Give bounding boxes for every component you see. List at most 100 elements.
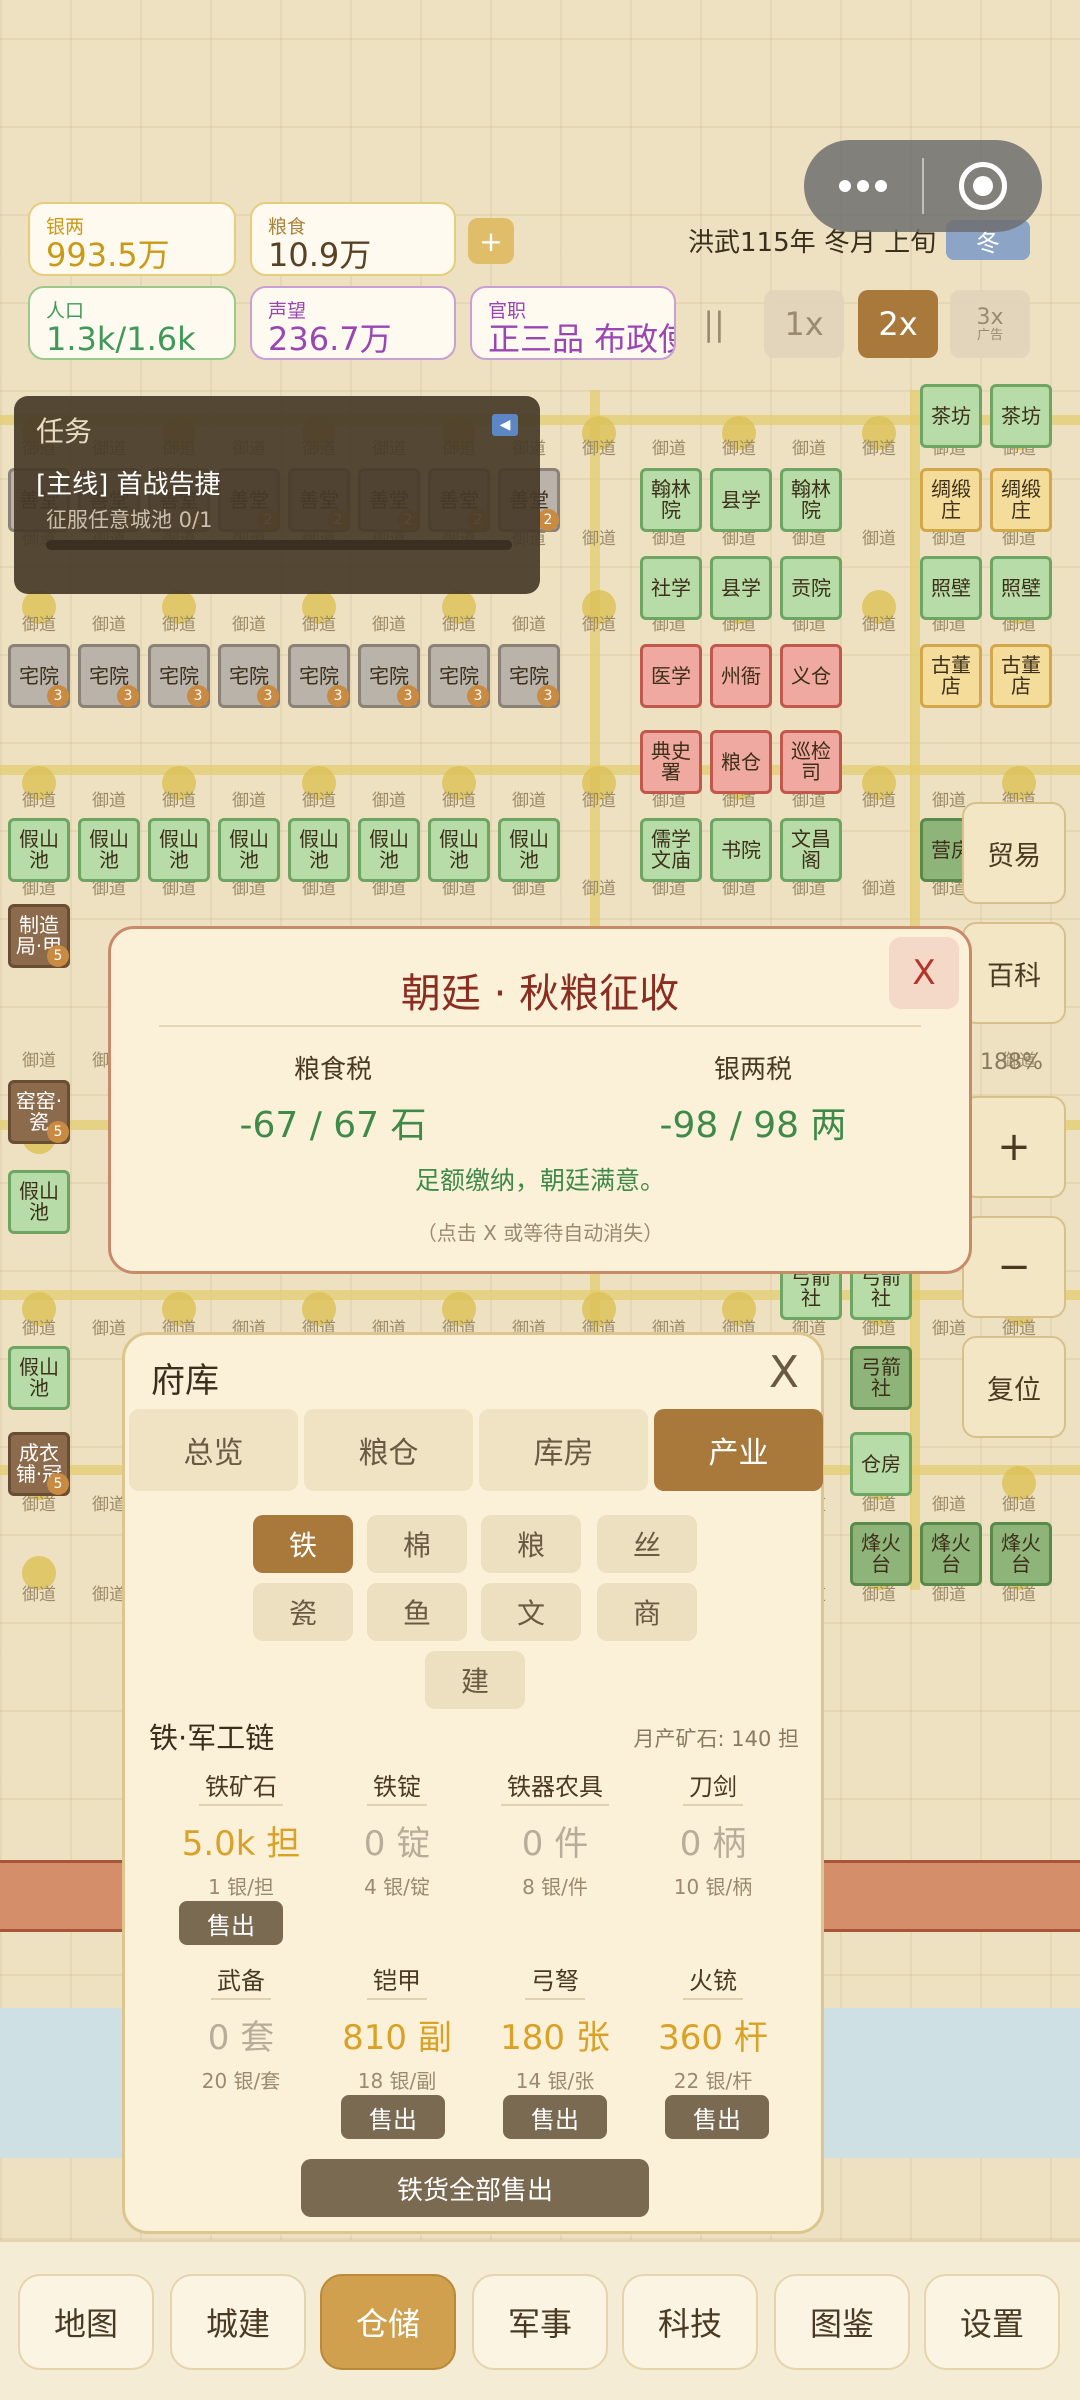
building-b5-0[interactable]: 儒学文庙: [640, 818, 702, 882]
building-zaoju[interactable]: 制造局·甲 5: [8, 904, 70, 968]
miniprogram-capsule[interactable]: [804, 140, 1042, 232]
building-chafang[interactable]: 茶坊: [990, 384, 1052, 448]
sell-armor-button[interactable]: 售出: [341, 2095, 445, 2139]
sell-musket-button[interactable]: 售出: [665, 2095, 769, 2139]
building-zhaiyuan[interactable]: 宅院 3: [78, 644, 140, 708]
warehouse-panel[interactable]: 府库 X 总览 粮仓 库房 产业 铁 棉 粮 丝 瓷 鱼 文 商 建 铁·军工链…: [122, 1332, 824, 2234]
building-zhaiyuan[interactable]: 宅院 3: [218, 644, 280, 708]
building-b1-1[interactable]: 县学: [710, 468, 772, 532]
building-b3-3[interactable]: 古董店: [920, 644, 982, 708]
chip-commerce[interactable]: 商: [597, 1583, 697, 1641]
chip-iron[interactable]: 铁: [253, 1515, 353, 1573]
building-jiashanchi[interactable]: 假山池: [8, 1346, 70, 1410]
item-price: 4 银/锭: [364, 1875, 430, 1899]
nav-construction[interactable]: 城建: [170, 2274, 306, 2370]
building-b2-3[interactable]: 照壁: [920, 556, 982, 620]
building-jiashanchi[interactable]: 假山池: [148, 818, 210, 882]
tax-popup[interactable]: 朝廷 · 秋粮征收 X 粮食税 -67 / 67 石 银两税 -98 / 98 …: [108, 926, 972, 1274]
reset-view-button[interactable]: 复位: [962, 1336, 1066, 1438]
chip-silk[interactable]: 丝: [597, 1515, 697, 1573]
building-gongjian[interactable]: 弓箭社: [850, 1346, 912, 1410]
building-b3-2[interactable]: 义仓: [780, 644, 842, 708]
building-b4-1[interactable]: 粮仓: [710, 730, 772, 794]
building-b2-0[interactable]: 社学: [640, 556, 702, 620]
speed-3x-label: 3x: [976, 304, 1004, 330]
building-zhaiyuan[interactable]: 宅院 3: [498, 644, 560, 708]
zoom-in-button[interactable]: +: [962, 1096, 1066, 1198]
chip-porcelain[interactable]: 瓷: [253, 1583, 353, 1641]
nav-codex[interactable]: 图鉴: [774, 2274, 910, 2370]
chip-grain[interactable]: 粮: [481, 1515, 581, 1573]
building-b1-3[interactable]: 绸缎庄: [920, 468, 982, 532]
nav-storage[interactable]: 仓储: [320, 2274, 456, 2370]
more-icon[interactable]: [804, 180, 922, 192]
sell-crossbow-button[interactable]: 售出: [503, 2095, 607, 2139]
building-b3-4[interactable]: 古董店: [990, 644, 1052, 708]
building-b2-1[interactable]: 县学: [710, 556, 772, 620]
nav-map[interactable]: 地图: [18, 2274, 154, 2370]
building-jiashanchi[interactable]: 假山池: [288, 818, 350, 882]
building-b2-4[interactable]: 照壁: [990, 556, 1052, 620]
building-jiashanchi[interactable]: 假山池: [498, 818, 560, 882]
building-b1-4[interactable]: 绸缎庄: [990, 468, 1052, 532]
building-chengyi[interactable]: 成衣铺·冠 5: [8, 1432, 70, 1496]
sell-all-iron-button[interactable]: 铁货全部售出: [301, 2159, 649, 2217]
nav-military[interactable]: 军事: [472, 2274, 608, 2370]
item-qty: 0 套: [207, 2018, 275, 2058]
warehouse-close-button[interactable]: X: [769, 1347, 799, 1398]
collapse-icon[interactable]: ◀: [492, 414, 518, 436]
building-fenghuo[interactable]: 烽火台: [850, 1522, 912, 1586]
speed-3x-button[interactable]: 3x 广告: [950, 290, 1030, 358]
building-b5-2[interactable]: 文昌阁: [780, 818, 842, 882]
close-miniprogram-icon[interactable]: [924, 162, 1042, 210]
tab-granary[interactable]: 粮仓: [304, 1409, 473, 1491]
building-fenghuo[interactable]: 烽火台: [920, 1522, 982, 1586]
building-b5-1[interactable]: 书院: [710, 818, 772, 882]
building-zhaiyuan[interactable]: 宅院 3: [428, 644, 490, 708]
tab-overview[interactable]: 总览: [129, 1409, 298, 1491]
building-zhaiyuan[interactable]: 宅院 3: [288, 644, 350, 708]
item-swords: 刀剑 0 柄 10 银/柄: [633, 1767, 793, 1900]
building-b1-0[interactable]: 翰林院: [640, 468, 702, 532]
building-yaoku[interactable]: 窑窑·瓷 5: [8, 1080, 70, 1144]
zoom-out-button[interactable]: −: [962, 1216, 1066, 1318]
building-zhaiyuan[interactable]: 宅院 3: [8, 644, 70, 708]
building-b3-1[interactable]: 州衙: [710, 644, 772, 708]
add-resource-button[interactable]: +: [468, 218, 514, 264]
building-b4-0[interactable]: 典史署: [640, 730, 702, 794]
task-panel[interactable]: 任务 ◀ [主线] 首战告捷 征服任意城池 0/1: [14, 396, 540, 594]
building-cangfang[interactable]: 仓房: [850, 1432, 912, 1496]
chip-culture[interactable]: 文: [481, 1583, 581, 1641]
chip-cotton[interactable]: 棉: [367, 1515, 467, 1573]
sell-iron-ore-button[interactable]: 售出: [179, 1901, 283, 1945]
building-zhaiyuan[interactable]: 宅院 3: [358, 644, 420, 708]
building-fenghuo[interactable]: 烽火台: [990, 1522, 1052, 1586]
building-jiashanchi[interactable]: 假山池: [218, 818, 280, 882]
tab-storehouse[interactable]: 库房: [479, 1409, 648, 1491]
tab-industry[interactable]: 产业: [654, 1409, 823, 1491]
speed-2x-button[interactable]: 2x: [858, 290, 938, 358]
building-jiashanchi[interactable]: 假山池: [8, 818, 70, 882]
building-jiashanchi[interactable]: 假山池: [8, 1170, 70, 1234]
building-jiashanchi[interactable]: 假山池: [428, 818, 490, 882]
trade-button[interactable]: 贸易: [962, 802, 1066, 904]
building-zhaiyuan[interactable]: 宅院 3: [148, 644, 210, 708]
nav-tech[interactable]: 科技: [622, 2274, 758, 2370]
speed-1x-button[interactable]: 1x: [764, 290, 844, 358]
building-b1-2[interactable]: 翰林院: [780, 468, 842, 532]
silver-tax-value: -98 / 98 两: [659, 1105, 847, 1146]
building-b2-2[interactable]: 贡院: [780, 556, 842, 620]
building-jiashanchi[interactable]: 假山池: [78, 818, 140, 882]
wiki-button[interactable]: 百科: [962, 922, 1066, 1024]
task-main[interactable]: [主线] 首战告捷: [36, 464, 221, 501]
tax-close-button[interactable]: X: [889, 937, 959, 1009]
tax-divider: [159, 1025, 921, 1027]
building-chafang[interactable]: 茶坊: [920, 384, 982, 448]
chip-fish[interactable]: 鱼: [367, 1583, 467, 1641]
nav-settings[interactable]: 设置: [924, 2274, 1060, 2370]
building-b4-2[interactable]: 巡检司: [780, 730, 842, 794]
pause-button[interactable]: ||: [688, 290, 740, 358]
building-jiashanchi[interactable]: 假山池: [358, 818, 420, 882]
building-b3-0[interactable]: 医学: [640, 644, 702, 708]
chip-construction[interactable]: 建: [425, 1651, 525, 1709]
